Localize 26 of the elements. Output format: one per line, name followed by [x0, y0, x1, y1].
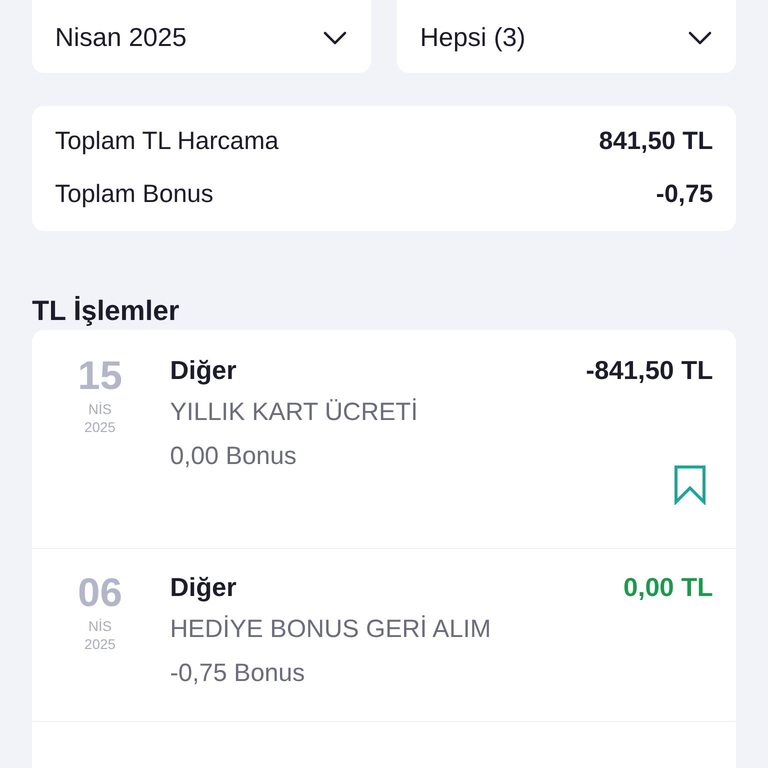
section-title: TL İşlemler — [32, 294, 180, 328]
date-month: NİS — [88, 400, 112, 418]
transaction-category: Diğer — [170, 571, 238, 604]
transaction-amount: -841,50 TL — [586, 354, 713, 387]
summary-label: Toplam TL Harcama — [55, 126, 279, 158]
transaction-description: HEDİYE BONUS GERİ ALIM — [170, 614, 492, 645]
date-year: 2025 — [84, 635, 116, 653]
transaction-bonus: 0,00 Bonus — [170, 441, 298, 472]
transaction-description: YILLIK KART ÜCRETİ — [170, 397, 419, 428]
filter-dropdown[interactable]: Nisan 2025 — [32, 0, 371, 73]
transaction-category: Diğer — [170, 354, 238, 387]
date-day: 06 — [78, 569, 122, 617]
date-year: 2025 — [84, 418, 116, 436]
filter-dropdown[interactable]: Hepsi (3) — [397, 0, 736, 73]
summary-value: 841,50 TL — [599, 126, 713, 158]
transaction-row[interactable]: 06 NİS 2025 Diğer HEDİYE BONUS GERİ ALIM -0,75 Bonus 0,00 TL — [32, 549, 736, 722]
chevron-down-icon — [687, 30, 713, 46]
date-day: 15 — [78, 352, 122, 400]
summary-value: -0,75 — [656, 179, 713, 210]
summary-label: Toplam Bonus — [55, 179, 214, 210]
bookmark-icon[interactable] — [673, 465, 707, 505]
transaction-row[interactable]: 15 NİS 2025 Diğer YILLIK KART ÜCRETİ 0,00 Bonus -841,50 TL — [32, 330, 736, 549]
transaction-amount: 0,00 TL — [623, 571, 713, 604]
chevron-down-icon — [322, 30, 348, 46]
transaction-bonus: -0,75 Bonus — [170, 658, 306, 689]
date-month: NİS — [88, 617, 112, 635]
